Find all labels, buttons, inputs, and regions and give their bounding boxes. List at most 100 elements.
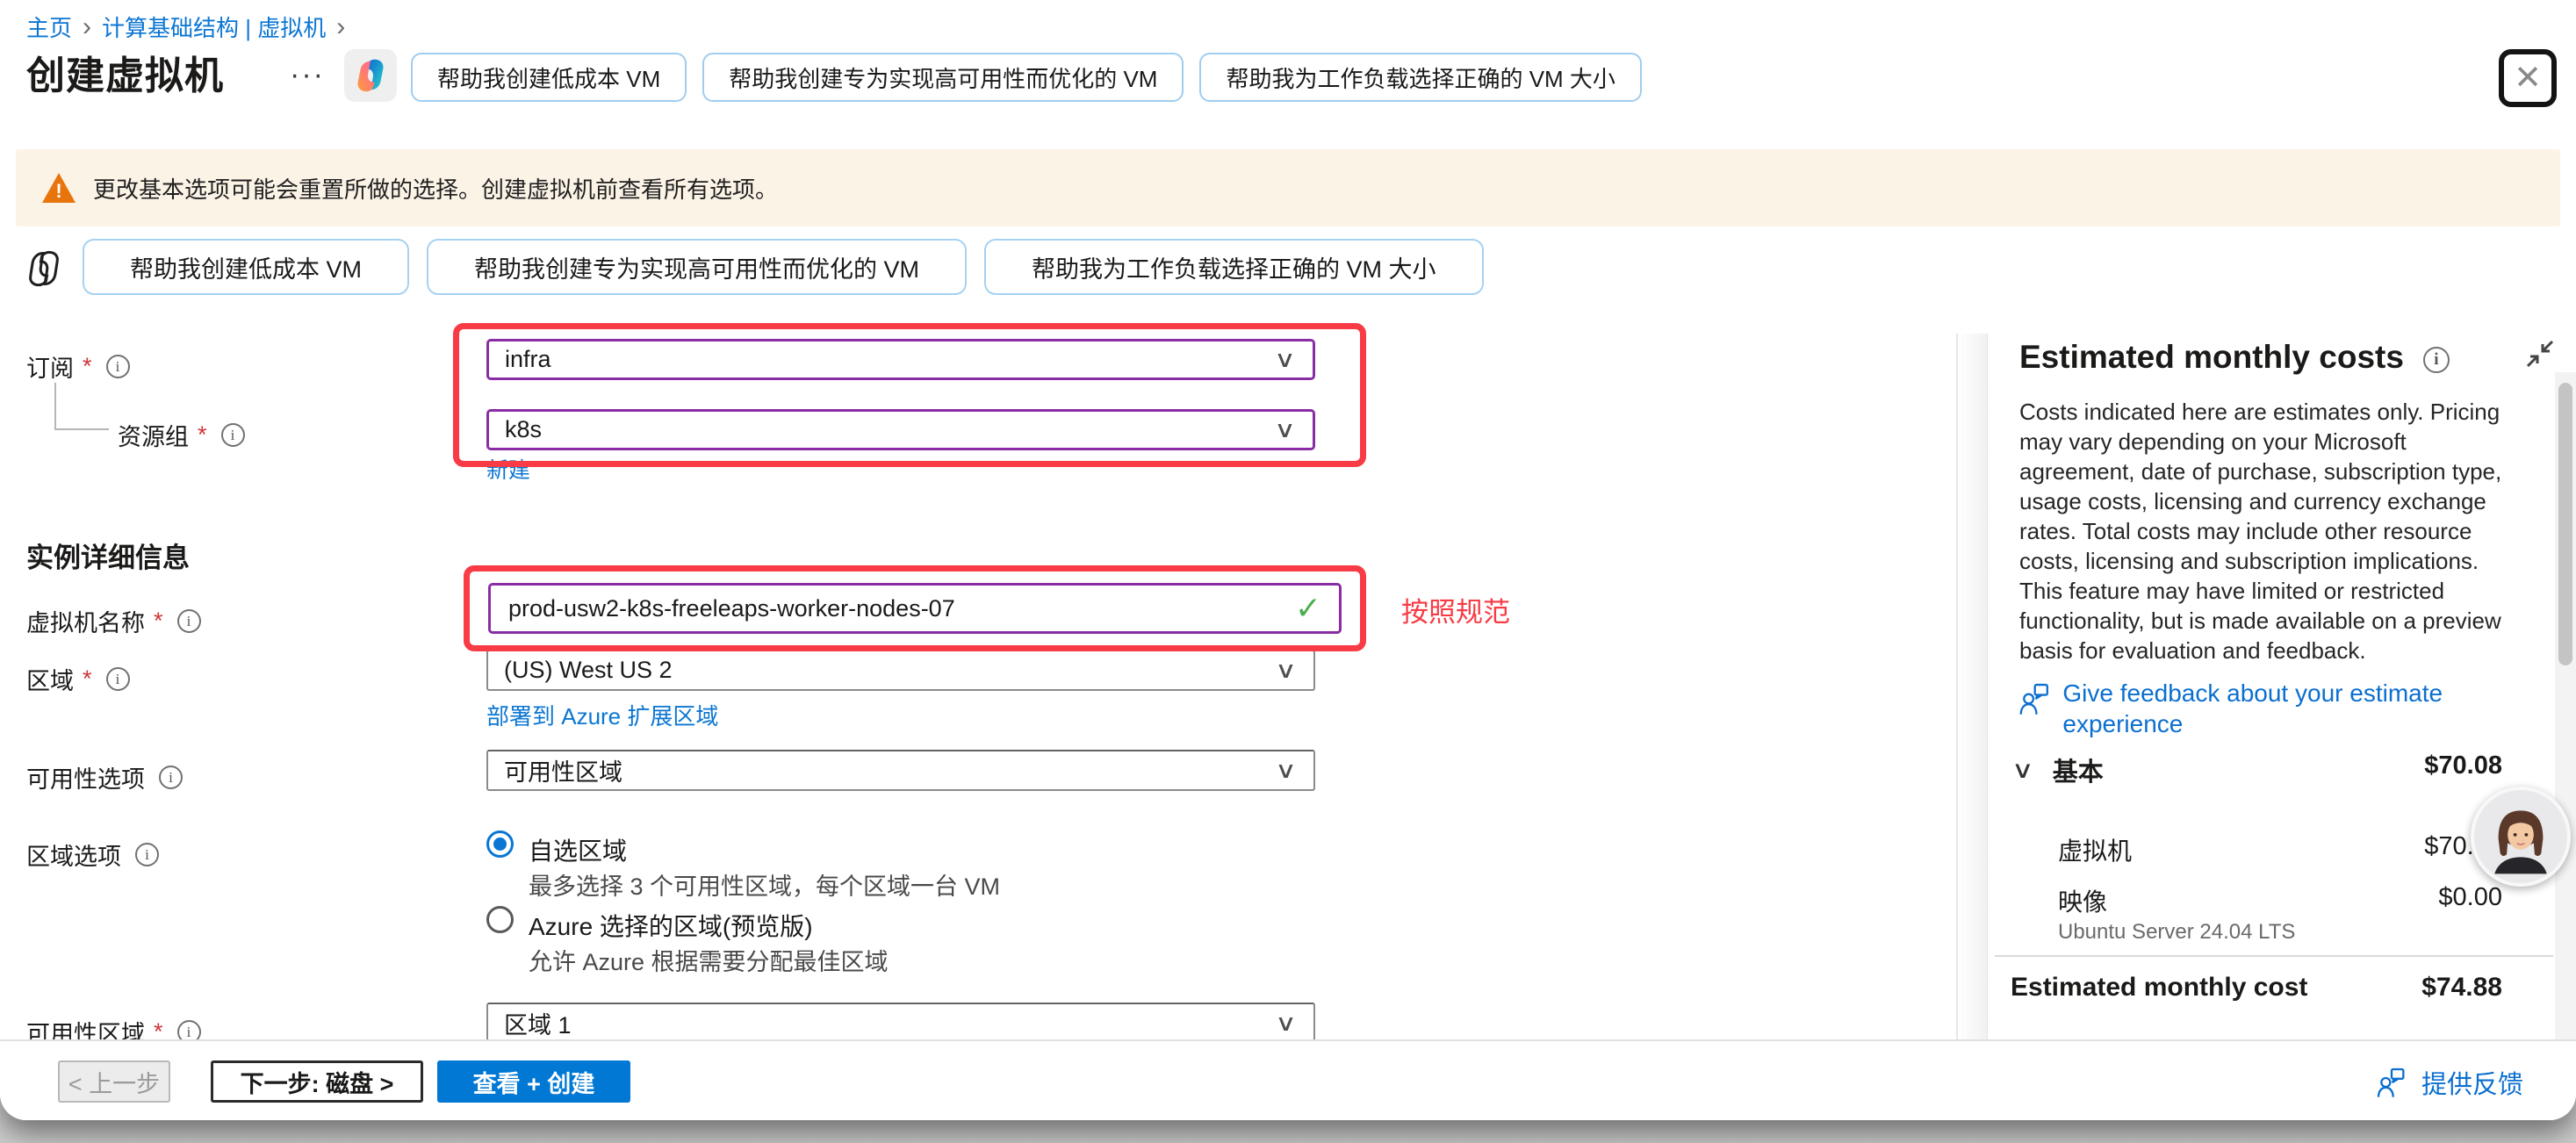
self-select-zones-label[interactable]: 自选区域	[529, 832, 627, 867]
warning-icon: !	[42, 173, 76, 203]
instance-details-heading: 实例详细信息	[26, 536, 190, 575]
copilot-icon	[350, 55, 391, 96]
cost-panel-description: Costs indicated here are estimates only.…	[2019, 397, 2511, 665]
cost-vm-label: 虚拟机	[2058, 832, 2132, 867]
close-button[interactable]: ✕	[2499, 49, 2557, 107]
panel-splitter[interactable]	[1956, 334, 1988, 1039]
annotation-note: 按照规范	[1401, 590, 1510, 629]
availability-options-value: 可用性区域	[504, 753, 1277, 787]
breadcrumb: 主页 › 计算基础结构 | 虚拟机 ›	[26, 11, 345, 43]
required-marker: *	[83, 353, 92, 380]
estimate-feedback-text: Give feedback about your estimate experi…	[2062, 678, 2511, 739]
assistant-avatar[interactable]	[2471, 787, 2571, 887]
label-text: 虚拟机名称	[26, 604, 145, 638]
warning-exclamation: !	[55, 180, 61, 203]
suggestion-high-availability-button[interactable]: 帮助我创建专为实现高可用性而优化的 VM	[702, 53, 1184, 102]
cost-total-value: $74.88	[2421, 973, 2502, 1003]
tree-connector	[54, 383, 109, 430]
info-icon[interactable]: i	[177, 609, 201, 633]
zone-options-label: 区域选项 i	[26, 837, 159, 872]
info-icon[interactable]: i	[159, 766, 183, 789]
review-create-button[interactable]: 查看 + 创建	[437, 1060, 630, 1103]
info-icon[interactable]: i	[135, 843, 159, 866]
estimate-feedback-link[interactable]: Give feedback about your estimate experi…	[2019, 678, 2511, 739]
footer-bar: < 上一步 下一步: 磁盘 > 查看 + 创建 提供反馈	[0, 1039, 2576, 1120]
vm-name-input[interactable]: prod-usw2-k8s-freeleaps-worker-nodes-07 …	[488, 583, 1342, 634]
suggestion-high-availability-button[interactable]: 帮助我创建专为实现高可用性而优化的 VM	[427, 239, 967, 295]
chevron-down-icon: ∨	[1275, 1010, 1297, 1037]
region-dropdown[interactable]: (US) West US 2 ∨	[486, 650, 1315, 691]
label-text: 区域	[26, 662, 74, 696]
vm-name-value: prod-usw2-k8s-freeleaps-worker-nodes-07	[508, 595, 1295, 622]
deploy-edge-zone-link[interactable]: 部署到 Azure 扩展区域	[486, 699, 718, 731]
self-select-zones-radio[interactable]	[486, 830, 514, 858]
feedback-icon	[2374, 1065, 2409, 1100]
copilot-outline-icon	[19, 244, 68, 293]
cost-panel-title: Estimated monthly costs i	[2019, 339, 2450, 376]
label-text: 资源组	[118, 418, 189, 452]
resource-group-label: 资源组 * i	[118, 418, 245, 452]
subscription-dropdown[interactable]: infra ∨	[486, 339, 1315, 380]
chevron-down-icon: ∨	[1275, 757, 1297, 784]
vm-name-label: 虚拟机名称 * i	[26, 604, 201, 638]
breadcrumb-section-link[interactable]: 计算基础结构 | 虚拟机	[102, 11, 326, 43]
availability-zone-dropdown[interactable]: 区域 1 ∨	[486, 1003, 1315, 1044]
chevron-down-icon: ∨	[2011, 757, 2034, 784]
collapse-panel-button[interactable]	[2522, 335, 2558, 377]
suggestion-low-cost-vm-button[interactable]: 帮助我创建低成本 VM	[411, 53, 687, 102]
label-text: 区域选项	[26, 837, 121, 872]
region-label: 区域 * i	[26, 662, 130, 696]
info-icon[interactable]: i	[2423, 347, 2450, 373]
label-text: 可用性选项	[26, 760, 145, 794]
previous-button[interactable]: < 上一步	[58, 1060, 170, 1103]
region-value: (US) West US 2	[504, 657, 1277, 684]
suggestion-right-size-button[interactable]: 帮助我为工作负载选择正确的 VM 大小	[984, 239, 1484, 295]
cost-panel-title-text: Estimated monthly costs	[2019, 339, 2404, 376]
cost-image-value: $0.00	[2438, 883, 2502, 912]
azure-select-zones-desc: 允许 Azure 根据需要分配最佳区域	[529, 943, 889, 977]
azure-select-zones-label[interactable]: Azure 选择的区域(预览版)	[529, 908, 813, 943]
create-vm-blade: 主页 › 计算基础结构 | 虚拟机 › 创建虚拟机 ··· 帮助我创建低成本 V…	[0, 0, 2576, 1120]
subscription-value: infra	[505, 346, 1277, 373]
required-marker: *	[83, 665, 92, 693]
cost-divider	[1995, 955, 2553, 957]
copilot-button[interactable]	[344, 49, 397, 102]
info-icon[interactable]: i	[106, 667, 130, 691]
azure-select-zones-radio[interactable]	[486, 906, 514, 933]
subscription-label: 订阅 * i	[26, 349, 130, 384]
give-feedback-link[interactable]: 提供反馈	[2374, 1064, 2523, 1101]
scrollbar-thumb[interactable]	[2558, 383, 2572, 665]
info-icon[interactable]: i	[221, 423, 245, 447]
chevron-down-icon: ∨	[1274, 346, 1296, 373]
required-marker: *	[154, 607, 163, 635]
required-marker: *	[198, 421, 207, 449]
inline-copilot-suggestions: 帮助我创建低成本 VM 帮助我创建专为实现高可用性而优化的 VM 帮助我为工作负…	[83, 239, 1484, 295]
more-menu-icon[interactable]: ···	[290, 58, 325, 92]
cost-group-label: 基本	[2053, 751, 2104, 788]
resource-group-dropdown[interactable]: k8s ∨	[486, 409, 1315, 450]
next-disks-button[interactable]: 下一步: 磁盘 >	[211, 1060, 423, 1103]
availability-options-dropdown[interactable]: 可用性区域 ∨	[486, 750, 1315, 791]
valid-check-icon: ✓	[1295, 590, 1321, 627]
page-title: 创建虚拟机	[26, 44, 224, 100]
copilot-outline-button[interactable]	[19, 244, 68, 298]
give-feedback-text: 提供反馈	[2421, 1064, 2523, 1101]
chevron-down-icon: ∨	[1274, 416, 1296, 443]
breadcrumb-separator-icon: ›	[336, 16, 345, 39]
collapse-icon	[2522, 335, 2558, 372]
cost-image-label: 映像	[2058, 883, 2107, 918]
suggestion-low-cost-vm-button[interactable]: 帮助我创建低成本 VM	[83, 239, 409, 295]
close-icon: ✕	[2514, 61, 2542, 95]
breadcrumb-home-link[interactable]: 主页	[26, 11, 72, 43]
avatar-image	[2474, 790, 2567, 883]
suggestion-right-size-button[interactable]: 帮助我为工作负载选择正确的 VM 大小	[1199, 53, 1641, 102]
resource-group-value: k8s	[505, 416, 1277, 443]
create-new-resource-group-link[interactable]: 新建	[486, 453, 530, 485]
feedback-icon	[2019, 678, 2050, 720]
label-text: 订阅	[26, 349, 74, 384]
availability-zone-value: 区域 1	[504, 1006, 1277, 1040]
self-select-zones-desc: 最多选择 3 个可用性区域，每个区域一台 VM	[529, 867, 1000, 902]
info-icon[interactable]: i	[106, 355, 130, 378]
breadcrumb-separator-icon: ›	[83, 16, 91, 39]
chevron-down-icon: ∨	[1275, 657, 1297, 684]
